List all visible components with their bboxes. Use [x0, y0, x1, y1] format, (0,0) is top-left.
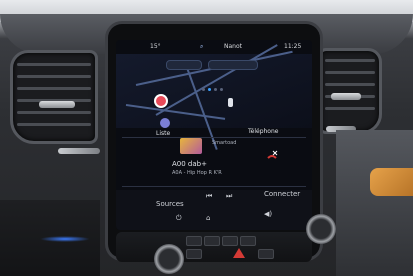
vent-slat: [17, 63, 91, 66]
climate-control-panel: [116, 232, 312, 262]
navigation-map[interactable]: [116, 44, 312, 150]
map-destination-pill[interactable]: [208, 60, 258, 70]
missed-call-icon[interactable]: [266, 150, 278, 162]
vent-adjust-knob[interactable]: [331, 93, 361, 100]
left-air-vent: [10, 50, 98, 144]
climate-button[interactable]: [186, 236, 202, 246]
clock: 11:25: [284, 43, 302, 50]
right-air-vent: [318, 48, 382, 134]
climate-button[interactable]: [240, 236, 256, 246]
map-search-pill[interactable]: [166, 60, 202, 70]
phone-label[interactable]: Téléphone: [248, 128, 278, 135]
climate-button[interactable]: [222, 236, 238, 246]
previous-icon[interactable]: ⏮: [206, 192, 212, 201]
seat-edge: [370, 168, 413, 196]
page-dot-active: [208, 88, 211, 91]
map-road: [125, 104, 226, 120]
vent-adjust-knob[interactable]: [39, 101, 75, 108]
ambient-blue-light: [40, 236, 90, 242]
climate-button[interactable]: [258, 249, 274, 259]
vent-slat: [17, 123, 91, 126]
album-art: [180, 138, 202, 154]
vent-slat: [325, 59, 375, 62]
nav-hint[interactable]: Nanot: [224, 43, 242, 50]
connect-button[interactable]: Connecter: [264, 190, 300, 198]
divider: [122, 186, 306, 187]
station-name: A00 dab+: [172, 160, 207, 168]
vent-slat: [325, 107, 375, 110]
volume-icon[interactable]: ◀): [264, 210, 272, 218]
outside-temperature: 15°: [150, 43, 161, 50]
media-source-label: Smartoad: [212, 140, 237, 146]
divider: [122, 137, 306, 138]
left-temperature-dial[interactable]: [154, 244, 184, 274]
home-icon[interactable]: ⌂: [206, 214, 210, 222]
car-position-icon: [228, 98, 233, 107]
left-chrome-trim: [58, 148, 100, 154]
page-dot: [220, 88, 223, 91]
poi-marker-icon[interactable]: [156, 96, 166, 106]
softkey-bar: Sources ⏮ ⏭ Connecter ⏻ ⌂ ◀): [116, 190, 312, 230]
navigation-arrow-icon[interactable]: [160, 118, 170, 128]
next-icon[interactable]: ⏭: [226, 192, 232, 201]
hazard-warning-icon[interactable]: [233, 248, 245, 258]
climate-button[interactable]: [186, 249, 202, 259]
page-dot: [214, 88, 217, 91]
vent-slat: [325, 71, 375, 74]
power-icon[interactable]: ⏻: [176, 214, 182, 223]
vent-slat: [17, 87, 91, 90]
infotainment-screen: 15° ⌕ Nanot 11:25 Liste Téléphone Smarto…: [116, 40, 312, 230]
vent-slat: [325, 83, 375, 86]
page-dot: [202, 88, 205, 91]
vent-slat: [17, 75, 91, 78]
right-console-panel: [336, 130, 413, 276]
list-label[interactable]: Liste: [156, 130, 170, 137]
search-icon[interactable]: ⌕: [200, 43, 203, 51]
page-indicator: [202, 76, 226, 95]
climate-button[interactable]: [204, 236, 220, 246]
station-info: A0A - Hip Hop R K'R: [172, 170, 222, 176]
car-dashboard-photo: 15° ⌕ Nanot 11:25 Liste Téléphone Smarto…: [0, 0, 413, 276]
right-temperature-dial[interactable]: [306, 214, 336, 244]
vent-slat: [17, 111, 91, 114]
sources-button[interactable]: Sources: [156, 200, 184, 208]
